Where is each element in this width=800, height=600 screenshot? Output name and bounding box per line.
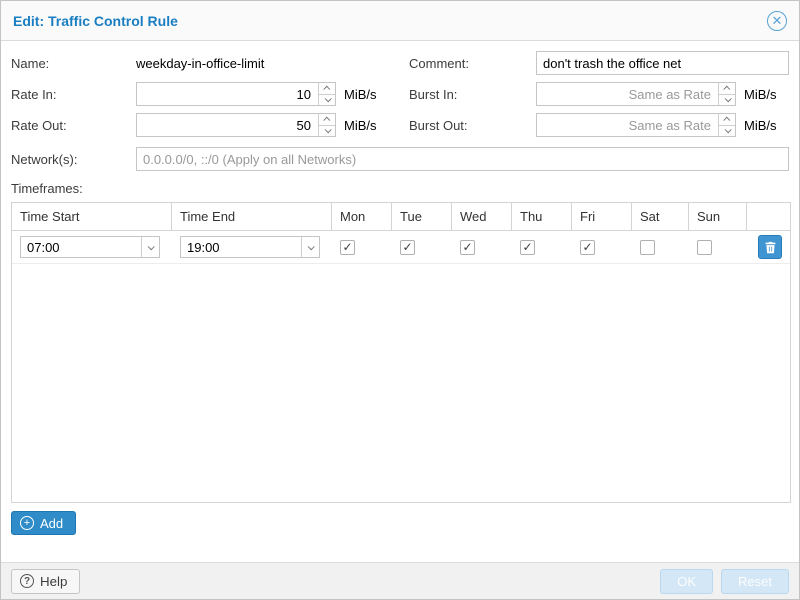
spinner-up-icon[interactable] xyxy=(723,85,730,92)
question-circle-icon: ? xyxy=(20,574,34,588)
spinner-up-icon[interactable] xyxy=(723,116,730,123)
rate-in-spinner[interactable] xyxy=(318,83,335,105)
spinner-up-icon[interactable] xyxy=(323,85,330,92)
column-header-thu[interactable]: Thu xyxy=(512,203,572,230)
spinner-up-icon[interactable] xyxy=(323,116,330,123)
time-start-value: 07:00 xyxy=(21,240,141,255)
rate-in-unit: MiB/s xyxy=(344,87,377,102)
add-button[interactable]: + Add xyxy=(11,511,76,535)
column-header-tue[interactable]: Tue xyxy=(392,203,452,230)
plus-circle-icon: + xyxy=(20,516,34,530)
spinner-down-icon[interactable] xyxy=(724,96,731,103)
time-start-combo[interactable]: 07:00 xyxy=(20,236,160,258)
reset-button[interactable]: Reset xyxy=(721,569,789,594)
burst-out-input[interactable] xyxy=(536,113,736,137)
networks-label: Network(s): xyxy=(11,152,136,167)
dialog-footer: ? Help OK Reset xyxy=(1,562,799,599)
rate-out-unit: MiB/s xyxy=(344,118,377,133)
burst-out-spinner[interactable] xyxy=(718,114,735,136)
checkbox-wed[interactable] xyxy=(460,240,475,255)
checkbox-tue[interactable] xyxy=(400,240,415,255)
column-header-wed[interactable]: Wed xyxy=(452,203,512,230)
chevron-down-icon[interactable] xyxy=(141,237,159,257)
dialog-title: Edit: Traffic Control Rule xyxy=(13,13,767,29)
checkbox-thu[interactable] xyxy=(520,240,535,255)
timeframes-label: Timeframes: xyxy=(11,181,789,196)
chevron-down-icon[interactable] xyxy=(301,237,319,257)
column-header-time-end[interactable]: Time End xyxy=(172,203,332,230)
grid-empty-area xyxy=(12,264,790,502)
column-header-actions xyxy=(747,203,790,230)
burst-out-unit: MiB/s xyxy=(744,118,777,133)
edit-traffic-control-rule-dialog: Edit: Traffic Control Rule ✕ Name: weekd… xyxy=(0,0,800,600)
burst-out-label: Burst Out: xyxy=(409,118,536,133)
grid-header: Time Start Time End Mon Tue Wed Thu Fri … xyxy=(12,203,790,231)
timeframes-grid: Time Start Time End Mon Tue Wed Thu Fri … xyxy=(11,202,791,503)
help-button-label: Help xyxy=(40,574,67,589)
time-end-combo[interactable]: 19:00 xyxy=(180,236,320,258)
rate-out-input[interactable] xyxy=(136,113,336,137)
rate-in-input[interactable] xyxy=(136,82,336,106)
burst-in-spinner[interactable] xyxy=(718,83,735,105)
spinner-down-icon[interactable] xyxy=(324,96,331,103)
time-end-value: 19:00 xyxy=(181,240,301,255)
checkbox-fri[interactable] xyxy=(580,240,595,255)
dialog-body: Name: weekday-in-office-limit Comment: R… xyxy=(1,41,799,545)
checkbox-sun[interactable] xyxy=(697,240,712,255)
trash-icon xyxy=(764,241,777,254)
burst-in-input[interactable] xyxy=(536,82,736,106)
column-header-sat[interactable]: Sat xyxy=(632,203,689,230)
column-header-fri[interactable]: Fri xyxy=(572,203,632,230)
networks-input[interactable] xyxy=(136,147,789,171)
checkbox-sat[interactable] xyxy=(640,240,655,255)
burst-in-label: Burst In: xyxy=(409,87,536,102)
name-value: weekday-in-office-limit xyxy=(136,56,264,71)
comment-input[interactable] xyxy=(536,51,789,75)
close-icon[interactable]: ✕ xyxy=(767,11,787,31)
spinner-down-icon[interactable] xyxy=(324,127,331,134)
burst-in-unit: MiB/s xyxy=(744,87,777,102)
checkbox-mon[interactable] xyxy=(340,240,355,255)
column-header-mon[interactable]: Mon xyxy=(332,203,392,230)
delete-row-button[interactable] xyxy=(758,235,782,259)
add-button-label: Add xyxy=(40,516,63,531)
ok-button[interactable]: OK xyxy=(660,569,713,594)
comment-label: Comment: xyxy=(409,56,536,71)
rate-in-label: Rate In: xyxy=(11,87,136,102)
name-label: Name: xyxy=(11,56,136,71)
rate-out-label: Rate Out: xyxy=(11,118,136,133)
column-header-time-start[interactable]: Time Start xyxy=(12,203,172,230)
timeframe-row: 07:00 19:00 xyxy=(12,231,790,264)
rate-out-spinner[interactable] xyxy=(318,114,335,136)
help-button[interactable]: ? Help xyxy=(11,569,80,594)
column-header-sun[interactable]: Sun xyxy=(689,203,747,230)
spinner-down-icon[interactable] xyxy=(724,127,731,134)
dialog-titlebar: Edit: Traffic Control Rule ✕ xyxy=(1,1,799,41)
